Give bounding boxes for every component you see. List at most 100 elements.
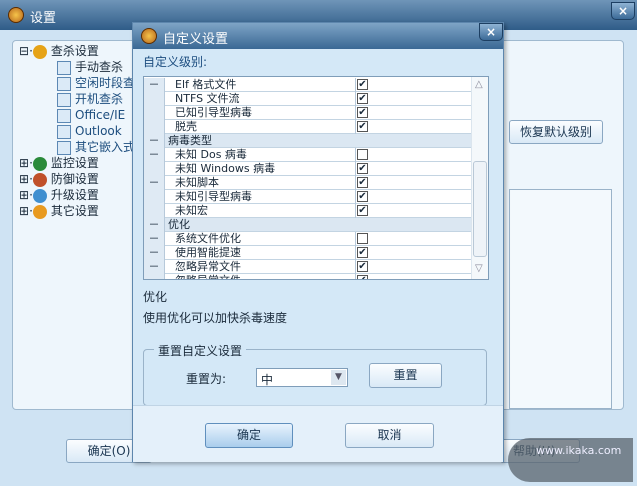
setting-row: 未知宏 ✔	[144, 204, 471, 218]
category-icon	[32, 188, 47, 203]
row-label: 系统文件优化	[166, 232, 356, 246]
section-header-row: －优化	[144, 218, 471, 232]
row-checkbox[interactable]: ✔	[357, 247, 368, 258]
tree-node-label: 升级设置	[50, 188, 99, 202]
row-collapse-marker[interactable]: －	[144, 148, 165, 162]
row-collapse-marker[interactable]	[144, 120, 165, 134]
setting-row: －未知 Dos 病毒	[144, 148, 471, 162]
row-collapse-marker[interactable]: －	[144, 232, 165, 246]
tree-leaf-label: Outlook	[75, 124, 122, 138]
page-icon	[57, 124, 71, 139]
tree-node[interactable]: ⊞· 防御设置	[19, 171, 99, 187]
setting-row: 已知引导型病毒 ✔	[144, 106, 471, 120]
row-checkbox[interactable]: ✔	[357, 261, 368, 272]
reset-button[interactable]: 重置	[369, 363, 442, 388]
row-collapse-marker[interactable]	[144, 204, 165, 218]
main-window-title: 设置	[30, 11, 57, 26]
category-icon	[32, 172, 47, 187]
setting-row: 未知 Windows 病毒 ✔	[144, 162, 471, 176]
dialog-close-button[interactable]: ×	[479, 23, 503, 41]
expander-icon[interactable]: ⊞	[19, 172, 29, 186]
row-label: Elf 格式文件	[166, 78, 356, 92]
scroll-up-icon[interactable]: △	[475, 79, 483, 90]
reset-level-value: 中	[261, 373, 274, 387]
row-label: 优化	[168, 218, 190, 231]
dialog-ok-button[interactable]: 确定	[205, 423, 293, 448]
tree-leaf[interactable]: 其它嵌入式	[57, 139, 135, 155]
restore-default-level-button[interactable]: 恢复默认级别	[509, 120, 603, 144]
row-checkbox[interactable]: ✔	[357, 205, 368, 216]
table-scrollbar[interactable]: △ ▽	[471, 77, 488, 279]
dialog-footer: 确定 取消	[133, 405, 503, 462]
row-checkbox[interactable]: ✔	[357, 93, 368, 104]
tree-leaf[interactable]: 开机查杀	[57, 91, 123, 107]
row-collapse-marker[interactable]: －	[144, 218, 165, 232]
row-collapse-marker[interactable]: －	[144, 134, 165, 148]
tree-node-label: 防御设置	[50, 172, 99, 186]
row-collapse-marker[interactable]	[144, 162, 165, 176]
dialog-title: 自定义设置	[163, 32, 229, 47]
setting-row: NTFS 文件流 ✔	[144, 92, 471, 106]
row-collapse-marker[interactable]	[144, 106, 165, 120]
row-checkbox[interactable]: ✔	[357, 121, 368, 132]
dialog-title-bar: 自定义设置 ×	[133, 23, 503, 49]
category-icon	[32, 204, 47, 219]
watermark-url: www.ikaka.com	[536, 444, 622, 457]
row-collapse-marker[interactable]: －	[144, 246, 165, 260]
tree-node[interactable]: ⊞· 监控设置	[19, 155, 99, 171]
section-header-row: －病毒类型	[144, 134, 471, 148]
dialog-cancel-button[interactable]: 取消	[345, 423, 434, 448]
ikaka-watermark: www.ikaka.com	[508, 438, 633, 482]
tree-leaf-label: 开机查杀	[75, 92, 124, 106]
main-close-button[interactable]: ×	[611, 2, 635, 20]
row-checkbox[interactable]: ✔	[357, 107, 368, 118]
row-checkbox[interactable]: ✔	[357, 191, 368, 202]
page-icon	[57, 92, 71, 107]
expander-icon[interactable]: ⊞	[19, 188, 29, 202]
tree-leaf[interactable]: 空闲时段查	[57, 75, 135, 91]
tree-node-label: 监控设置	[50, 156, 99, 170]
row-label: 未知 Dos 病毒	[166, 148, 356, 162]
description-text: 使用优化可以加快杀毒速度	[143, 311, 288, 325]
expander-icon[interactable]: ⊞	[19, 204, 29, 218]
row-checkbox[interactable]: ✔	[357, 275, 368, 279]
setting-row: －忽略异常文件✔	[144, 260, 471, 274]
tree-node[interactable]: ⊞· 其它设置	[19, 203, 99, 219]
row-checkbox[interactable]: ✔	[357, 163, 368, 174]
setting-row: －未知脚本 ✔	[144, 176, 471, 190]
tree-leaf[interactable]: 手动查杀	[57, 59, 123, 75]
rising-logo-icon	[8, 7, 24, 23]
tree-leaf[interactable]: Outlook	[57, 123, 122, 139]
tree-node[interactable]: ⊟· 查杀设置	[19, 43, 99, 59]
row-collapse-marker[interactable]: －	[144, 78, 165, 92]
page-icon	[57, 60, 71, 75]
expander-icon[interactable]: ⊟	[19, 44, 29, 58]
row-checkbox[interactable]	[357, 233, 368, 244]
description-title: 优化	[143, 290, 168, 304]
page-icon	[57, 140, 71, 155]
page-icon	[57, 76, 71, 91]
row-label: 未知 Windows 病毒	[166, 162, 356, 176]
setting-row: －系统文件优化	[144, 232, 471, 246]
expander-icon[interactable]: ⊞	[19, 156, 29, 170]
scroll-thumb[interactable]	[473, 161, 487, 257]
row-collapse-marker[interactable]	[144, 92, 165, 106]
row-checkbox[interactable]: ✔	[357, 177, 368, 188]
chevron-down-icon[interactable]: ▼	[331, 370, 346, 385]
tree-node[interactable]: ⊞· 升级设置	[19, 187, 99, 203]
scroll-down-icon[interactable]: ▽	[475, 263, 483, 274]
tree-leaf[interactable]: Office/IE	[57, 107, 125, 123]
custom-level-label: 自定义级别:	[143, 55, 208, 69]
reset-level-select[interactable]: 中 ▼	[256, 368, 348, 387]
row-label: 未知脚本	[166, 176, 356, 190]
row-collapse-marker[interactable]: －	[144, 176, 165, 190]
row-collapse-marker[interactable]: －	[144, 260, 165, 274]
row-label: 未知引导型病毒	[166, 190, 356, 204]
row-checkbox[interactable]: ✔	[357, 79, 368, 90]
row-collapse-marker[interactable]: －	[144, 274, 165, 279]
row-checkbox[interactable]	[357, 149, 368, 160]
custom-level-table: － Elf 格式文件 ✔ NTFS 文件流 ✔ 已知引导型病毒 ✔ 脱壳 ✔ －病毒类型－未知 D…	[143, 76, 489, 280]
row-label: 忽略异常文件	[166, 260, 356, 274]
reset-group-label: 重置自定义设置	[154, 342, 247, 359]
row-collapse-marker[interactable]	[144, 190, 165, 204]
